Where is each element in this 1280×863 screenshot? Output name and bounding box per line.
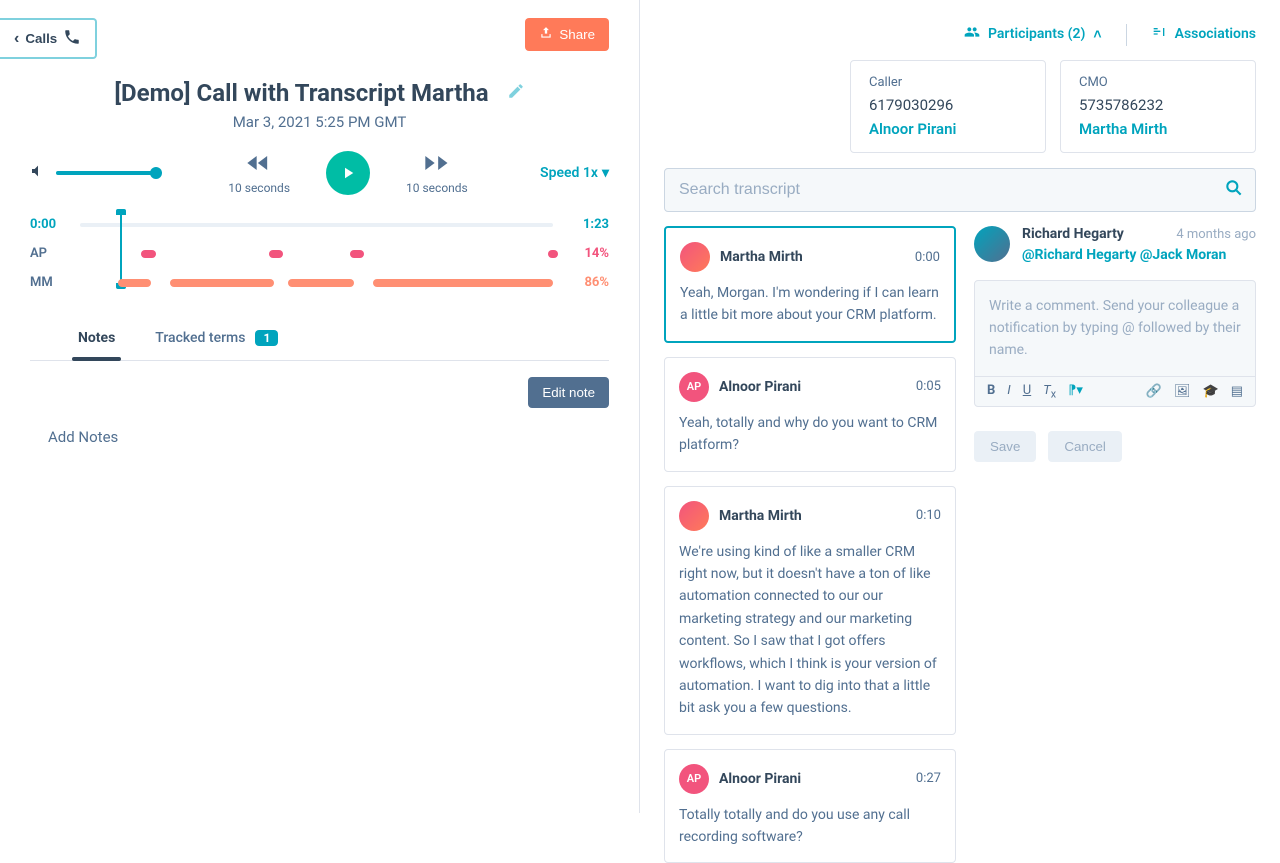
speaker-ap-track[interactable]: [80, 250, 553, 258]
forward-label: 10 seconds: [406, 181, 468, 195]
editor-toolbar: B I U Tx ⁋▾ 🔗 🖼 🎓 ▤: [975, 376, 1255, 407]
participant-name[interactable]: Martha Mirth: [1079, 120, 1237, 138]
bold-icon[interactable]: B: [987, 383, 995, 401]
chevron-left-icon: ‹: [14, 30, 19, 48]
link-icon[interactable]: 🔗: [1146, 384, 1162, 399]
clear-format-icon[interactable]: Tx: [1043, 383, 1056, 401]
speaker-ap-pct: 14%: [567, 246, 609, 261]
rewind-button[interactable]: [245, 151, 273, 179]
rewind-label: 10 seconds: [228, 181, 290, 195]
avatar: AP: [679, 764, 709, 794]
transcript-timestamp: 0:27: [916, 771, 941, 786]
participant-phone: 5735786232: [1079, 96, 1237, 114]
participant-card-cmo[interactable]: CMO 5735786232 Martha Mirth: [1060, 60, 1256, 153]
associations-icon: [1151, 24, 1167, 44]
transcript-text: Yeah, Morgan. I'm wondering if I can lea…: [680, 282, 940, 327]
underline-icon[interactable]: U: [1023, 383, 1031, 401]
participants-toggle[interactable]: Participants (2) ˄: [964, 24, 1102, 44]
search-transcript-input[interactable]: [664, 168, 1256, 212]
volume-icon[interactable]: [30, 163, 46, 183]
transcript-speaker: Alnoor Pirani: [719, 379, 906, 395]
chevron-up-icon: ˄: [1093, 26, 1101, 43]
tracked-count-badge: 1: [255, 330, 278, 346]
comment-textarea[interactable]: Write a comment. Send your colleague a n…: [975, 281, 1255, 376]
cancel-comment-button[interactable]: Cancel: [1048, 431, 1122, 462]
more-format-icon[interactable]: ⁋▾: [1068, 383, 1083, 401]
speaker-ap-label: AP: [30, 246, 66, 261]
transcript-speaker: Alnoor Pirani: [719, 771, 906, 787]
speaker-mm-track[interactable]: [80, 279, 553, 287]
comment: Richard Hegarty 4 months ago @Richard He…: [974, 226, 1256, 266]
transcript-text: We're using kind of like a smaller CRM r…: [679, 541, 941, 720]
snippet-icon[interactable]: 🎓: [1203, 384, 1219, 399]
tab-tracked-terms[interactable]: Tracked terms 1: [155, 330, 278, 360]
associations-link[interactable]: Associations: [1151, 24, 1256, 44]
time-end: 1:23: [567, 217, 609, 232]
italic-icon[interactable]: I: [1007, 383, 1010, 401]
edit-note-button[interactable]: Edit note: [528, 377, 609, 408]
participant-name[interactable]: Alnoor Pirani: [869, 120, 1027, 138]
image-icon[interactable]: 🖼: [1174, 384, 1191, 399]
avatar: [680, 242, 710, 272]
transcript-entry[interactable]: Martha Mirth 0:10 We're using kind of li…: [664, 486, 956, 735]
participant-phone: 6179030296: [869, 96, 1027, 114]
speaker-mm-pct: 86%: [567, 275, 609, 290]
transcript-entry[interactable]: AP Alnoor Pirani 0:05 Yeah, totally and …: [664, 357, 956, 472]
call-datetime: Mar 3, 2021 5:25 PM GMT: [0, 113, 639, 131]
transcript-speaker: Martha Mirth: [719, 508, 906, 524]
comment-editor[interactable]: Write a comment. Send your colleague a n…: [974, 280, 1256, 408]
speed-selector[interactable]: Speed 1x ▾: [540, 165, 609, 181]
save-comment-button[interactable]: Save: [974, 431, 1036, 462]
tab-notes[interactable]: Notes: [78, 330, 115, 360]
transcript-entry[interactable]: AP Alnoor Pirani 0:27 Totally totally an…: [664, 749, 956, 863]
share-label: Share: [559, 27, 595, 42]
comment-time: 4 months ago: [1176, 227, 1256, 242]
play-button[interactable]: [326, 151, 370, 195]
edit-title-icon[interactable]: [507, 82, 525, 104]
transcript-timestamp: 0:10: [916, 508, 941, 523]
template-icon[interactable]: ▤: [1231, 384, 1243, 399]
participant-role: CMO: [1079, 75, 1237, 90]
search-icon[interactable]: [1224, 178, 1244, 202]
page-title: [Demo] Call with Transcript Martha: [114, 79, 488, 107]
speaker-mm-label: MM: [30, 275, 66, 290]
notes-placeholder[interactable]: Add Notes: [30, 428, 118, 446]
comment-mentions: @Richard Hegarty @Jack Moran: [1022, 246, 1256, 266]
chevron-down-icon: ▾: [602, 165, 609, 181]
time-start: 0:00: [30, 217, 66, 232]
divider: [1126, 24, 1127, 46]
forward-button[interactable]: [423, 151, 451, 179]
transcript-timestamp: 0:05: [916, 379, 941, 394]
volume-slider[interactable]: [56, 171, 156, 175]
participants-icon: [964, 24, 980, 44]
transcript-timestamp: 0:00: [915, 250, 940, 265]
participant-card-caller[interactable]: Caller 6179030296 Alnoor Pirani: [850, 60, 1046, 153]
phone-icon: [63, 28, 81, 49]
transcript-text: Yeah, totally and why do you want to CRM…: [679, 412, 941, 457]
back-label: Calls: [25, 31, 57, 46]
timeline-track[interactable]: [80, 223, 553, 227]
transcript-text: Totally totally and do you use any call …: [679, 804, 941, 849]
share-button[interactable]: Share: [525, 18, 609, 51]
transcript-speaker: Martha Mirth: [720, 249, 905, 265]
avatar: AP: [679, 372, 709, 402]
comment-author: Richard Hegarty: [1022, 226, 1124, 242]
avatar: [679, 501, 709, 531]
back-to-calls-button[interactable]: ‹ Calls: [0, 18, 97, 59]
playhead[interactable]: [120, 209, 122, 289]
participant-role: Caller: [869, 75, 1027, 90]
transcript-entry[interactable]: Martha Mirth 0:00 Yeah, Morgan. I'm wond…: [664, 226, 956, 343]
share-icon: [539, 26, 553, 43]
avatar: [974, 226, 1010, 262]
